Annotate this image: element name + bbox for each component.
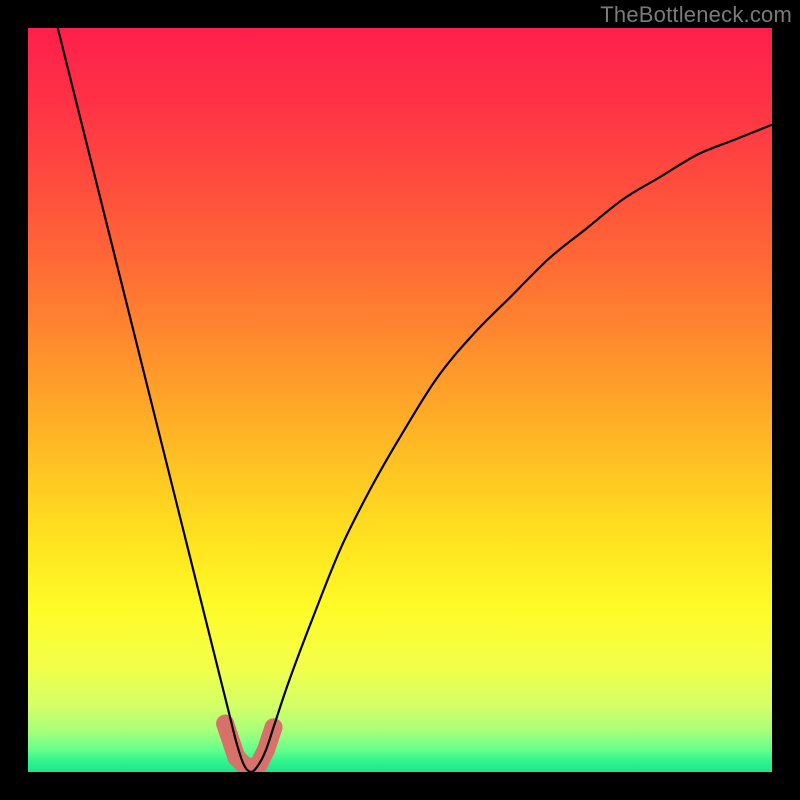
- plot-overlay: [28, 28, 772, 772]
- bottleneck-curve: [58, 28, 772, 772]
- watermark-text: TheBottleneck.com: [600, 2, 792, 28]
- highlight-markers: [216, 715, 282, 772]
- chart-frame: TheBottleneck.com: [0, 0, 800, 800]
- plot-area: [28, 28, 772, 772]
